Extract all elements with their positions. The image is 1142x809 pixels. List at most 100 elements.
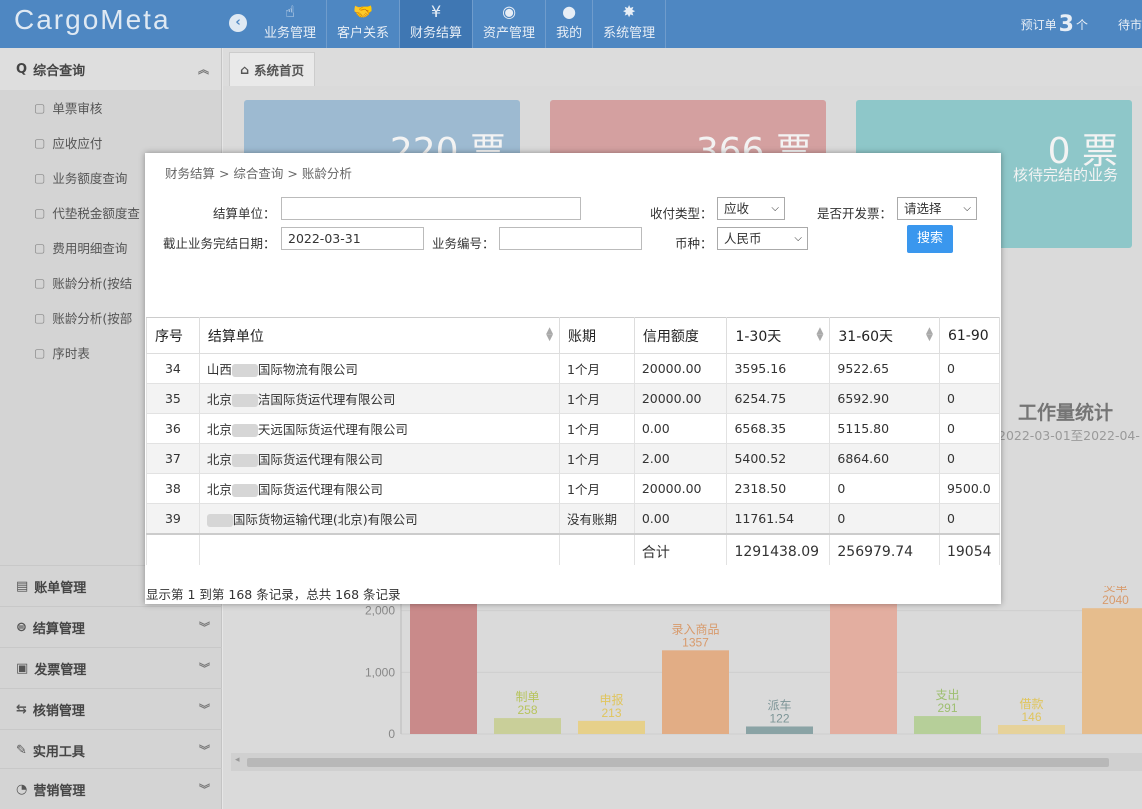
column-header-label: 信用额度 [642, 328, 699, 345]
cell-empty [198, 532, 561, 565]
chart-bar[interactable] [914, 716, 981, 734]
column-header-5[interactable]: 31-60天 ▲ ▼ [829, 317, 940, 354]
chart-bar[interactable] [998, 724, 1065, 734]
invoice-select[interactable]: 请选择 ⌵ [897, 197, 977, 220]
stat-card-3-sub: 核待完结的业务 [1012, 166, 1118, 184]
sidebar-group-4[interactable]: ✎ 实用工具 ︾ [0, 729, 222, 770]
nav-label: 业务管理 [264, 26, 317, 41]
chevron-down-icon[interactable]: ︾ [199, 781, 210, 797]
bizno-label: 业务编号： [432, 236, 495, 251]
sidebar-group-2[interactable]: ▣ 发票管理 ︾ [0, 647, 222, 688]
preorder-count[interactable]: 3 [1059, 12, 1074, 37]
chart-bar[interactable] [1082, 608, 1142, 734]
tab-home[interactable]: ⌂ 系统首页 [229, 52, 315, 86]
chart-bar[interactable] [410, 601, 477, 734]
chart-bar[interactable] [662, 650, 729, 734]
column-header-1[interactable]: 结算单位 ▲ ▼ [198, 317, 561, 354]
chevron-down-icon[interactable]: ︾ [199, 742, 210, 758]
column-header-label: 账期 [568, 328, 597, 345]
group-icon: ▣ [16, 660, 29, 676]
scrollbar-thumb[interactable] [247, 758, 1109, 767]
cell-credit: 0.00 [633, 503, 728, 534]
cell-empty [146, 532, 200, 565]
document-icon: ▢ [34, 345, 46, 360]
sidebar-group-5[interactable]: ◔ 营销管理 ︾ [0, 768, 222, 809]
table-row[interactable]: 38 北京 国际货运代理有限公司 1个月 20000.00 2318.50 0 9500.0 [146, 473, 1000, 504]
column-header-label: 结算单位 [207, 328, 264, 345]
scroll-left-icon[interactable]: ◂ [235, 755, 240, 765]
sidebar-item-0[interactable]: ▢ 单票审核 [0, 90, 221, 125]
sidebar-group-3[interactable]: ⇆ 核销管理 ︾ [0, 688, 222, 729]
top-bar: CargoMeta ‹ ☝ 业务管理 🤝 客户关系 ¥ 财务结算 ◉ 资产管理 ● 我的 ✸ 系统管理… [0, 0, 1142, 48]
cell-d90: 0 [938, 443, 1000, 474]
column-header-4[interactable]: 1-30天 ▲ ▼ [726, 317, 831, 354]
sidebar-head-query[interactable]: Q 综合查询 ︽ [0, 48, 221, 90]
cell-d60: 0 [829, 503, 940, 534]
chart-bar[interactable] [830, 586, 897, 734]
document-icon: ▢ [34, 100, 46, 115]
column-header-2[interactable]: 账期 [559, 317, 635, 354]
sort-icon[interactable]: ▲ ▼ [926, 327, 933, 343]
chart-bar[interactable] [578, 720, 645, 734]
cell-term: 1个月 [559, 443, 635, 474]
chart-category-label: 交单 [1103, 586, 1127, 594]
nav-item-3[interactable]: ◉ 资产管理 [473, 0, 547, 48]
sidebar-item-label: 账龄分析(按结 [52, 276, 133, 291]
chart-category-label: 录入商品 [671, 621, 719, 636]
sidebar-item-label: 账龄分析(按部 [52, 311, 133, 326]
aging-table-wrap[interactable]: 序号 结算单位 ▲ ▼ 账期 信用额度 1-30天 ▲ ▼ 31-60天 ▲ ▼ 61-90 34 山西国… [146, 317, 1000, 565]
table-row[interactable]: 39 国际货物运输代理(北京)有限公司 没有账期 0.00 11761.54 0 0 [146, 503, 1000, 534]
search-button[interactable]: 搜索 [907, 225, 953, 253]
unit-suffix: 国际货运代理有限公司 [257, 452, 383, 467]
chart-bar[interactable] [746, 726, 813, 734]
total-d60: 256979.74 [829, 532, 940, 565]
unit-suffix: 洁国际货运代理有限公司 [257, 392, 396, 407]
sidebar-group-label: 营销管理 [33, 783, 86, 799]
collapse-back-icon[interactable]: ‹ [229, 14, 247, 32]
nav-item-1[interactable]: 🤝 客户关系 [327, 0, 401, 48]
nav-item-2[interactable]: ¥ 财务结算 [400, 0, 474, 48]
workload-title: 工作量统计 [1018, 402, 1114, 424]
sort-icon[interactable]: ▲ ▼ [546, 327, 553, 343]
sort-icon[interactable]: ▲ ▼ [816, 327, 823, 343]
column-header-6[interactable]: 61-90 [938, 317, 1000, 354]
group-icon: ✎ [16, 742, 27, 758]
table-row[interactable]: 37 北京 国际货运代理有限公司 1个月 2.00 5400.52 6864.60 0 [146, 443, 1000, 474]
cell-no: 34 [146, 353, 200, 384]
chart-ytick: 2,000 [365, 604, 395, 618]
chart-scrollbar[interactable]: ◂ [231, 753, 1142, 771]
chevron-down-icon[interactable]: ︾ [199, 619, 210, 635]
nav-item-0[interactable]: ☝ 业务管理 [254, 0, 328, 48]
redacted-blur [231, 454, 258, 467]
table-row[interactable]: 36 北京 天远国际货运代理有限公司 1个月 0.00 6568.35 5115.80 0 [146, 413, 1000, 444]
chevron-down-icon: ⌵ [771, 203, 779, 214]
pending-label[interactable]: 待市 [1118, 16, 1142, 33]
nav-item-5[interactable]: ✸ 系统管理 [593, 0, 667, 48]
sidebar-group-label: 核销管理 [32, 703, 85, 719]
workload-range: 2022-03-01至2022-04- [998, 428, 1140, 443]
currency-select[interactable]: 人民币 ⌵ [717, 227, 808, 250]
group-icon: ⇆ [16, 701, 27, 717]
document-icon: ▢ [34, 170, 46, 185]
column-header-3[interactable]: 信用额度 [633, 317, 728, 354]
cell-term: 1个月 [559, 473, 635, 504]
pay-type-select[interactable]: 应收 ⌵ [717, 197, 785, 220]
unit-suffix: 国际货物运输代理(北京)有限公司 [232, 511, 418, 527]
settlement-unit-input[interactable] [281, 197, 581, 220]
nav-item-4[interactable]: ● 我的 [546, 0, 594, 48]
end-date-input[interactable]: 2022-03-31 [281, 227, 424, 250]
business-number-input[interactable] [499, 227, 642, 250]
table-row[interactable]: 35 北京 洁国际货运代理有限公司 1个月 20000.00 6254.75 6592.90… [146, 383, 1000, 414]
cell-unit: 国际货物运输代理(北京)有限公司 [198, 503, 561, 534]
nav-icon: ¥ [430, 2, 442, 21]
unit-suffix: 国际物流有限公司 [257, 362, 358, 377]
chevron-down-icon[interactable]: ︾ [199, 660, 210, 676]
sidebar-group-1[interactable]: ⊜ 结算管理 ︾ [0, 606, 222, 647]
chart-bar[interactable] [494, 718, 561, 734]
column-header-0[interactable]: 序号 [146, 317, 200, 354]
unit-suffix: 国际货运代理有限公司 [257, 482, 383, 497]
chevron-down-icon[interactable]: ︾ [199, 701, 210, 717]
chevron-up-icon[interactable]: ︽ [198, 61, 209, 77]
table-row[interactable]: 34 山西 国际物流有限公司 1个月 20000.00 3595.16 9522.65 0 [146, 353, 1000, 384]
home-icon: ⌂ [240, 62, 249, 77]
